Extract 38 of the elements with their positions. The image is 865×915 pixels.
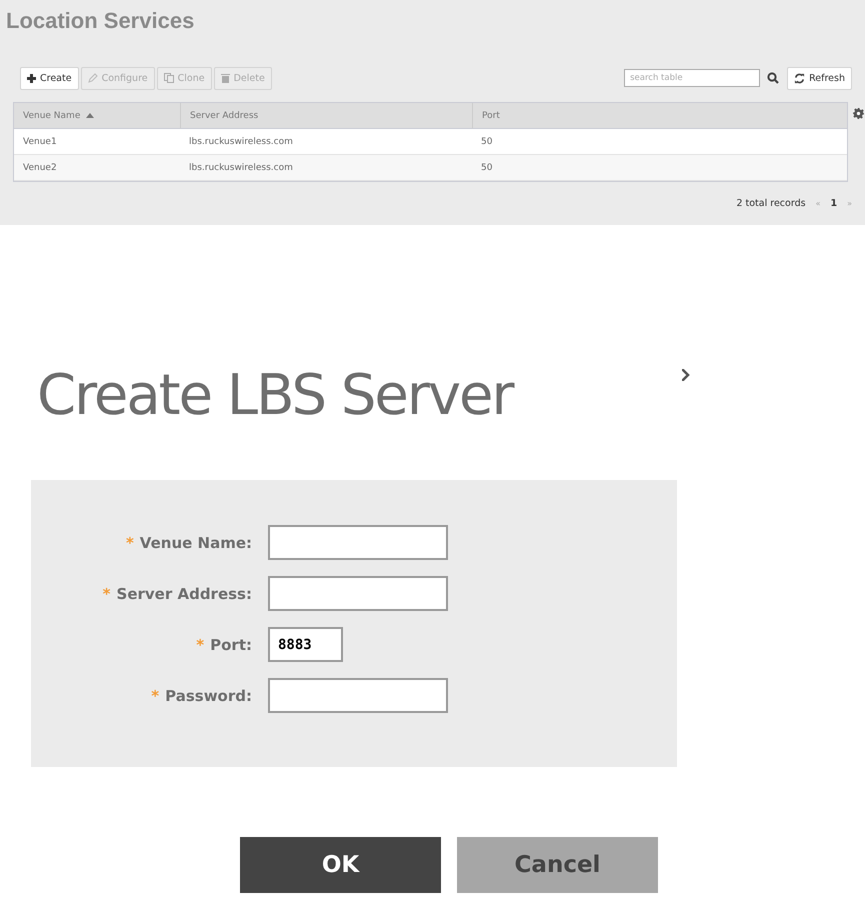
required-marker: * [196,636,204,654]
search-icon[interactable] [767,72,780,84]
field-label: Port: [210,636,252,654]
dialog-title: Create LBS Server [37,363,512,428]
input-field[interactable] [268,525,448,560]
field-label: Server Address: [116,584,252,602]
refresh-icon [794,72,806,84]
previous-page-link[interactable]: « [816,199,820,208]
create-button[interactable]: Create [20,66,79,90]
column-header[interactable]: Server Address [180,103,472,129]
required-marker: * [102,584,111,602]
column-header[interactable]: Port [472,103,847,129]
search-field[interactable]: search table [624,69,760,87]
page-title: Location Services [6,8,196,35]
pencil-icon [88,73,98,83]
total-records: 2 total records [736,198,806,209]
sort-ascending-icon [86,113,94,118]
input-field[interactable] [268,678,448,713]
field-label: Venue Name: [140,534,252,552]
plus-icon [27,74,36,82]
page-number[interactable]: 1 [830,198,838,209]
column-header[interactable]: Venue Name [14,103,180,129]
next-page-link[interactable]: » [847,199,852,208]
table-cell: 50 [472,155,847,181]
close-icon[interactable] [682,369,690,381]
cancel-button[interactable]: Cancel [457,837,658,893]
ok-button[interactable]: OK [240,837,441,893]
table-cell: Venue2 [14,155,180,181]
input-field[interactable] [268,576,448,611]
table-cell: lbs.ruckuswireless.com [180,155,472,181]
trash-icon [220,73,230,83]
required-marker: * [126,534,134,552]
settings-icon[interactable] [853,108,864,119]
field-label: Password: [165,686,252,704]
copy-icon [164,73,174,83]
refresh-button[interactable]: Refresh [787,66,852,90]
input-field[interactable]: 8883 [268,627,343,662]
required-marker: * [151,686,160,704]
